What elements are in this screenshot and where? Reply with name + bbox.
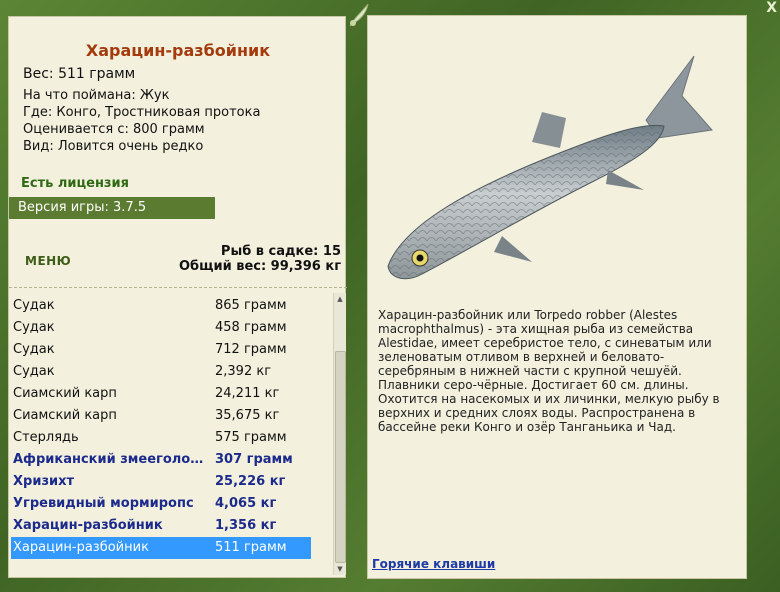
catch-list-row[interactable]: Харацин-разбойник 511 грамм <box>11 537 311 559</box>
license-status: Есть лицензия <box>21 176 129 191</box>
fish-kind: Вид: Ловится очень редко <box>23 139 204 154</box>
catch-fish-name: Стерлядь <box>13 430 79 445</box>
catch-fish-weight: 458 грамм <box>215 320 287 335</box>
close-button[interactable]: X <box>766 0 777 16</box>
hotkeys-link[interactable]: Горячие клавиши <box>372 557 495 571</box>
scroll-thumb[interactable] <box>335 351 346 563</box>
fish-bait: На что поймана: Жук <box>23 88 170 103</box>
catch-fish-weight: 24,211 кг <box>215 386 280 401</box>
fish-description-panel: Харацин-разбойник или Torpedo robber (Al… <box>367 15 747 579</box>
catch-fish-weight: 1,356 кг <box>215 518 277 533</box>
catch-fish-name: Судак <box>13 298 55 313</box>
scroll-down-icon[interactable]: ▼ <box>334 563 346 575</box>
catch-fish-name: Сиамский карп <box>13 386 117 401</box>
catch-list-row[interactable]: Сиамский карп 35,675 кг <box>9 405 331 427</box>
fish-title: Харацин-разбойник <box>85 41 271 60</box>
catch-fish-weight: 307 грамм <box>215 452 293 467</box>
scroll-up-icon[interactable]: ▲ <box>334 293 346 305</box>
catch-fish-weight: 35,675 кг <box>215 408 280 423</box>
catch-fish-name: Угревидный мормиропс <box>13 496 194 511</box>
catch-fish-name: Сиамский карп <box>13 408 117 423</box>
catch-fish-name: Судак <box>13 342 55 357</box>
catch-list-row[interactable]: Судак 865 грамм <box>9 295 331 317</box>
fish-valued: Оценивается с: 800 грамм <box>23 122 205 137</box>
catch-fish-weight: 25,226 кг <box>215 474 286 489</box>
catch-fish-name: Харацин-разбойник <box>13 518 163 533</box>
fish-description: Харацин-разбойник или Torpedo robber (Al… <box>378 308 720 434</box>
divider <box>9 287 347 288</box>
catch-fish-weight: 511 грамм <box>215 540 287 555</box>
fish-location: Где: Конго, Тростниковая протока <box>23 105 261 120</box>
catch-fish-weight: 865 грамм <box>215 298 287 313</box>
catch-list-row[interactable]: Стерлядь 575 грамм <box>9 427 331 449</box>
catch-list-row[interactable]: Угревидный мормиропс 4,065 кг <box>9 493 331 515</box>
catch-fish-name: Судак <box>13 320 55 335</box>
catch-fish-name: Харацин-разбойник <box>13 540 149 555</box>
catch-list-row[interactable]: Судак 458 грамм <box>9 317 331 339</box>
catch-list-row[interactable]: Судак 2,392 кг <box>9 361 331 383</box>
fish-count: Рыб в садке: 15 <box>220 244 341 259</box>
catch-list-row[interactable]: Африканский змееголо… 307 грамм <box>9 449 331 471</box>
catch-list-row[interactable]: Судак 712 грамм <box>9 339 331 361</box>
fish-illustration <box>387 55 713 280</box>
catch-fish-weight: 575 грамм <box>215 430 287 445</box>
catch-list-row[interactable]: Хризихт 25,226 кг <box>9 471 331 493</box>
catch-list-row[interactable]: Харацин-разбойник 1,356 кг <box>9 515 331 537</box>
catch-list-row[interactable]: Сиамский карп 24,211 кг <box>9 383 331 405</box>
catch-fish-weight: 2,392 кг <box>215 364 272 379</box>
fish-weight: Вес: 511 грамм <box>23 66 136 82</box>
game-version-bar: Версия игры: 3.7.5 <box>9 197 215 219</box>
catch-fish-weight: 4,065 кг <box>215 496 277 511</box>
list-scrollbar[interactable]: ▲ ▼ <box>333 293 346 575</box>
total-weight: Общий вес: 99,396 кг <box>178 259 341 274</box>
menu-button[interactable]: МЕНЮ <box>25 254 71 268</box>
catch-fish-name: Судак <box>13 364 55 379</box>
catch-fish-name: Хризихт <box>13 474 75 489</box>
catch-stats: Рыб в садке: 15 Общий вес: 99,396 кг <box>179 244 341 274</box>
catch-fish-name: Африканский змееголо… <box>13 452 204 467</box>
fish-info-panel: Харацин-разбойник Вес: 511 грамм На что … <box>8 16 347 578</box>
catch-fish-weight: 712 грамм <box>215 342 287 357</box>
catch-list: Судак 865 грамм Судак 458 грамм Судак 712 гра… <box>9 295 331 559</box>
